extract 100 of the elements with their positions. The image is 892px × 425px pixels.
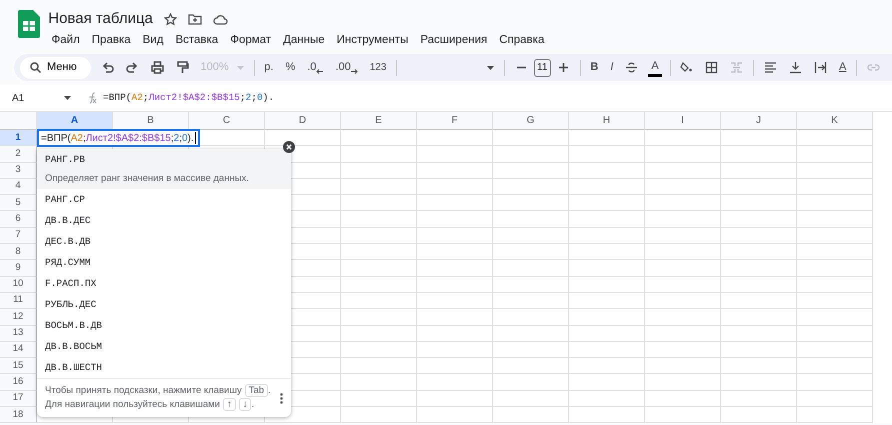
row-header[interactable]: 7 xyxy=(0,228,37,244)
grid-cell[interactable] xyxy=(341,211,417,228)
paint-format-icon[interactable] xyxy=(176,61,189,74)
grid-cell[interactable] xyxy=(721,309,797,326)
cloud-icon[interactable] xyxy=(212,14,228,24)
grid-cell[interactable] xyxy=(493,358,569,374)
grid-cell[interactable] xyxy=(569,162,645,179)
grid-cell[interactable] xyxy=(721,260,797,277)
suggestion-item[interactable]: ДВ.В.ДЕС xyxy=(37,210,291,231)
borders-icon[interactable] xyxy=(705,61,718,74)
column-header[interactable]: D xyxy=(265,112,341,130)
align-left-icon[interactable] xyxy=(764,61,777,74)
grid-cell[interactable] xyxy=(797,260,873,277)
row-header[interactable]: 9 xyxy=(0,260,37,277)
grid-cell[interactable] xyxy=(797,228,873,244)
cell-editor[interactable]: =ВПР(A2;Лист2!$A$2:$B$15;2;0). xyxy=(37,129,200,147)
grid-cell[interactable] xyxy=(797,390,873,408)
text-rotation-button[interactable]: A xyxy=(833,56,852,78)
suggestion-item[interactable]: F.РАСП.ПХ xyxy=(37,273,291,294)
row-header[interactable]: 14 xyxy=(0,342,37,358)
grid-cell[interactable] xyxy=(341,228,417,244)
grid-cell[interactable] xyxy=(417,390,493,408)
suggestion-item[interactable]: ДВ.В.ШЕСТН xyxy=(37,357,291,378)
grid-cell[interactable] xyxy=(417,195,493,212)
grid-cell[interactable] xyxy=(341,374,417,391)
grid-cell[interactable] xyxy=(721,146,797,163)
grid-cell[interactable] xyxy=(341,244,417,260)
grid-cell[interactable] xyxy=(645,211,721,228)
grid-cell[interactable] xyxy=(493,162,569,179)
grid-cell[interactable] xyxy=(645,244,721,260)
grid-cell[interactable] xyxy=(341,146,417,163)
grid-cell[interactable] xyxy=(797,195,873,212)
suggestion-item[interactable]: ВОСЬМ.В.ДВ xyxy=(37,315,291,336)
grid-cell[interactable] xyxy=(417,146,493,163)
grid-cell[interactable] xyxy=(493,195,569,212)
formula-input[interactable]: =ВПР(A2;Лист2!$A$2:$B$15;2;0). xyxy=(103,90,274,106)
row-header[interactable]: 16 xyxy=(0,374,37,391)
grid-cell[interactable] xyxy=(417,130,493,146)
column-header[interactable]: K xyxy=(797,112,873,130)
row-header[interactable]: 8 xyxy=(0,244,37,260)
grid-cell[interactable] xyxy=(417,260,493,277)
grid-cell[interactable] xyxy=(645,130,721,146)
grid-cell[interactable] xyxy=(569,407,645,424)
grid-cell[interactable] xyxy=(417,407,493,424)
grid-cell[interactable] xyxy=(341,162,417,179)
row-header[interactable]: 4 xyxy=(0,178,37,196)
grid-cell[interactable] xyxy=(341,326,417,342)
plus-icon[interactable] xyxy=(556,61,570,74)
grid-cell[interactable] xyxy=(493,228,569,244)
grid-cell[interactable] xyxy=(569,260,645,277)
font-size-field[interactable]: 11 xyxy=(534,58,551,76)
grid-cell[interactable] xyxy=(797,178,873,196)
grid-cell[interactable] xyxy=(417,162,493,179)
grid-cell[interactable] xyxy=(341,130,417,146)
cell-reference-field[interactable]: A1 xyxy=(12,90,64,106)
grid-cell[interactable] xyxy=(417,228,493,244)
grid-cell[interactable] xyxy=(493,211,569,228)
column-header[interactable]: J xyxy=(721,112,797,130)
currency-button[interactable]: р. xyxy=(258,56,280,78)
menu-item[interactable]: Формат xyxy=(224,30,278,49)
grid-cell[interactable] xyxy=(721,130,797,146)
star-icon[interactable] xyxy=(164,12,177,26)
row-header[interactable]: 10 xyxy=(0,276,37,293)
grid-cell[interactable] xyxy=(645,309,721,326)
grid-cell[interactable] xyxy=(569,292,645,310)
menu-item[interactable]: Расширения xyxy=(414,30,494,49)
column-header[interactable]: B xyxy=(113,112,189,130)
grid-cell[interactable] xyxy=(797,358,873,374)
suggestion-item[interactable]: ДЕС.В.ДВ xyxy=(37,231,291,252)
menu-search-button[interactable]: Меню xyxy=(20,56,91,78)
caret-icon[interactable] xyxy=(64,96,71,100)
grid-cell[interactable] xyxy=(797,342,873,358)
grid-cell[interactable] xyxy=(417,178,493,196)
grid-cell[interactable] xyxy=(721,342,797,358)
column-header[interactable]: C xyxy=(189,112,265,130)
grid-cell[interactable] xyxy=(645,162,721,179)
grid-cell[interactable] xyxy=(645,292,721,310)
grid-cell[interactable] xyxy=(417,326,493,342)
menu-item[interactable]: Файл xyxy=(46,30,86,49)
text-wrap-icon[interactable] xyxy=(814,61,827,74)
row-header[interactable]: 1 xyxy=(0,130,37,146)
grid-cell[interactable] xyxy=(797,407,873,424)
print-icon[interactable] xyxy=(150,61,164,74)
grid-cell[interactable] xyxy=(493,244,569,260)
grid-cell[interactable] xyxy=(797,146,873,163)
row-header[interactable]: 13 xyxy=(0,326,37,342)
merge-cells-icon[interactable] xyxy=(730,61,744,74)
grid-cell[interactable] xyxy=(721,407,797,424)
grid-cell[interactable] xyxy=(721,292,797,310)
grid-cell[interactable] xyxy=(493,130,569,146)
row-header[interactable]: 6 xyxy=(0,211,37,228)
grid-cell[interactable] xyxy=(797,162,873,179)
menu-item[interactable]: Данные xyxy=(277,30,331,49)
grid-cell[interactable] xyxy=(417,244,493,260)
grid-cell[interactable] xyxy=(645,276,721,293)
grid-cell[interactable] xyxy=(341,195,417,212)
row-header[interactable]: 17 xyxy=(0,390,37,408)
grid-cell[interactable] xyxy=(493,292,569,310)
grid-cell[interactable] xyxy=(493,178,569,196)
grid-cell[interactable] xyxy=(797,211,873,228)
